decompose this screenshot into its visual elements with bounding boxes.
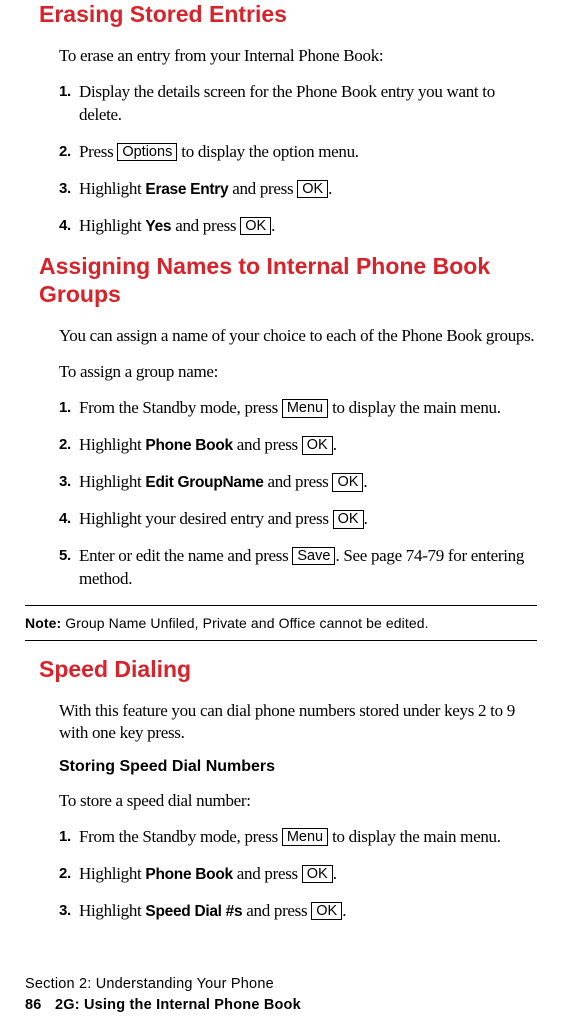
step-item: 3. Highlight Speed Dial #s and press OK.: [59, 900, 537, 923]
step-item: 4. Highlight your desired entry and pres…: [59, 508, 537, 531]
text: to display the main menu.: [328, 398, 501, 417]
note-label: Note:: [25, 615, 61, 631]
step-number: 4.: [59, 215, 75, 238]
text: Highlight: [79, 472, 145, 491]
step-item: 1. From the Standby mode, press Menu to …: [59, 826, 537, 849]
text: Highlight: [79, 864, 145, 883]
page-footer: Section 2: Understanding Your Phone 862G…: [25, 974, 301, 1015]
text: Press: [79, 142, 117, 161]
step-item: 4. Highlight Yes and press OK.: [59, 215, 537, 238]
step-number: 5.: [59, 545, 75, 591]
text: and press: [233, 435, 302, 454]
bold-text: Phone Book: [145, 866, 232, 883]
text: .: [364, 509, 368, 528]
bold-text: Edit GroupName: [145, 474, 263, 491]
text: Highlight: [79, 901, 145, 920]
text: .: [363, 472, 367, 491]
text: to display the option menu.: [177, 142, 358, 161]
step-number: 1.: [59, 397, 75, 420]
options-key: Options: [117, 143, 177, 162]
step-text: Highlight Phone Book and press OK.: [79, 863, 537, 886]
step-text: Highlight Edit GroupName and press OK.: [79, 471, 537, 494]
step-text: Highlight Yes and press OK.: [79, 215, 537, 238]
note-text: Group Name Unfiled, Private and Office c…: [61, 615, 428, 631]
text: and press: [242, 901, 311, 920]
text: From the Standby mode, press: [79, 827, 282, 846]
step-text: From the Standby mode, press Menu to dis…: [79, 397, 537, 420]
step-number: 1.: [59, 826, 75, 849]
text: Highlight your desired entry and press: [79, 509, 333, 528]
step-item: 2. Highlight Phone Book and press OK.: [59, 863, 537, 886]
step-number: 2.: [59, 141, 75, 164]
bold-text: Speed Dial #s: [145, 903, 242, 920]
subhead-storing: Storing Speed Dial Numbers: [59, 758, 537, 776]
text: Enter or edit the name and press: [79, 546, 292, 565]
text: and press: [264, 472, 333, 491]
step-number: 2.: [59, 863, 75, 886]
note-block: Note: Group Name Unfiled, Private and Of…: [25, 605, 537, 641]
intro-groups-1: You can assign a name of your choice to …: [59, 325, 537, 347]
intro-speed-dialing: With this feature you can dial phone num…: [59, 700, 537, 744]
step-item: 2. Press Options to display the option m…: [59, 141, 537, 164]
page-number: 86: [25, 995, 55, 1015]
step-item: 1. From the Standby mode, press Menu to …: [59, 397, 537, 420]
section-title-speed-dialing: Speed Dialing: [39, 655, 537, 684]
ok-key: OK: [333, 510, 364, 529]
step-text: Display the details screen for the Phone…: [79, 81, 537, 127]
text: and press: [171, 216, 240, 235]
step-item: 1. Display the details screen for the Ph…: [59, 81, 537, 127]
step-text: Highlight Erase Entry and press OK.: [79, 178, 537, 201]
bold-text: Yes: [145, 218, 171, 235]
step-text: From the Standby mode, press Menu to dis…: [79, 826, 537, 849]
ok-key: OK: [332, 473, 363, 492]
section-title-erasing: Erasing Stored Entries: [39, 0, 537, 29]
text: Highlight: [79, 179, 145, 198]
step-number: 3.: [59, 900, 75, 923]
text: .: [342, 901, 346, 920]
section-title-groups: Assigning Names to Internal Phone Book G…: [39, 252, 537, 310]
text: .: [328, 179, 332, 198]
ok-key: OK: [302, 436, 333, 455]
text: .: [333, 435, 337, 454]
text: and press: [228, 179, 297, 198]
step-text: Highlight Speed Dial #s and press OK.: [79, 900, 537, 923]
step-item: 5. Enter or edit the name and press Save…: [59, 545, 537, 591]
text: From the Standby mode, press: [79, 398, 282, 417]
intro-storing: To store a speed dial number:: [59, 790, 537, 812]
ok-key: OK: [302, 865, 333, 884]
footer-chapter: 862G: Using the Internal Phone Book: [25, 995, 301, 1015]
step-item: 3. Highlight Edit GroupName and press OK…: [59, 471, 537, 494]
step-number: 3.: [59, 471, 75, 494]
step-item: 3. Highlight Erase Entry and press OK.: [59, 178, 537, 201]
text: Highlight: [79, 435, 145, 454]
text: .: [271, 216, 275, 235]
ok-key: OK: [311, 902, 342, 921]
text: and press: [233, 864, 302, 883]
step-number: 3.: [59, 178, 75, 201]
footer-chapter-title: 2G: Using the Internal Phone Book: [55, 997, 301, 1013]
ok-key: OK: [297, 180, 328, 199]
save-key: Save: [292, 547, 335, 566]
step-item: 2. Highlight Phone Book and press OK.: [59, 434, 537, 457]
menu-key: Menu: [282, 828, 328, 847]
step-text: Press Options to display the option menu…: [79, 141, 537, 164]
text: to display the main menu.: [328, 827, 501, 846]
bold-text: Erase Entry: [145, 181, 228, 198]
step-number: 1.: [59, 81, 75, 127]
step-number: 2.: [59, 434, 75, 457]
step-text: Highlight Phone Book and press OK.: [79, 434, 537, 457]
step-number: 4.: [59, 508, 75, 531]
menu-key: Menu: [282, 399, 328, 418]
text: Highlight: [79, 216, 145, 235]
intro-groups-2: To assign a group name:: [59, 361, 537, 383]
bold-text: Phone Book: [145, 437, 232, 454]
footer-section-path: Section 2: Understanding Your Phone: [25, 974, 301, 994]
intro-erasing: To erase an entry from your Internal Pho…: [59, 45, 537, 67]
text: .: [333, 864, 337, 883]
ok-key: OK: [240, 217, 271, 236]
step-text: Highlight your desired entry and press O…: [79, 508, 537, 531]
step-text: Enter or edit the name and press Save. S…: [79, 545, 537, 591]
